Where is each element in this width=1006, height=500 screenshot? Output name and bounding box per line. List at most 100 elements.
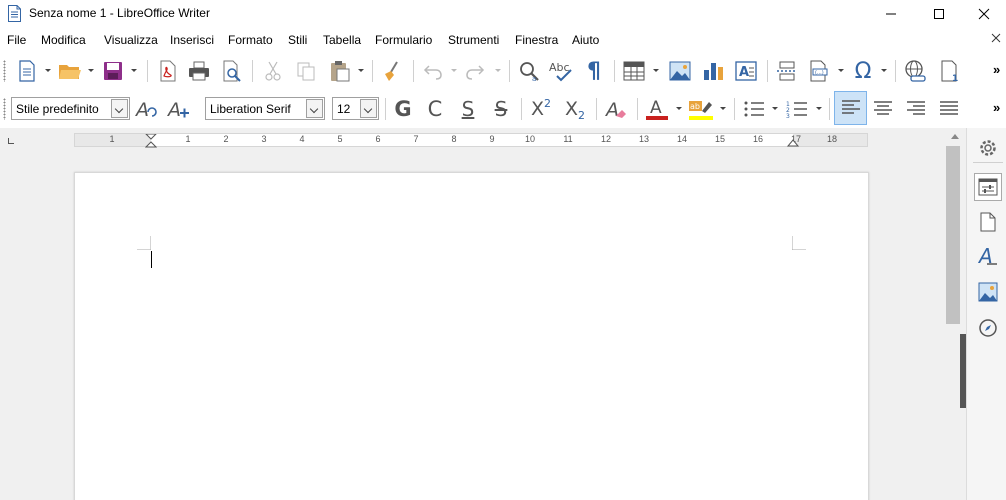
font-size-combo[interactable]: 12 bbox=[332, 97, 379, 120]
chevron-down-icon[interactable] bbox=[880, 68, 888, 74]
svg-text:Abc: Abc bbox=[549, 61, 570, 74]
undo-button[interactable] bbox=[419, 58, 445, 84]
maximize-button[interactable] bbox=[916, 0, 962, 28]
insert-table-button[interactable] bbox=[621, 58, 647, 84]
paragraph-style-combo[interactable]: Stile predefinito bbox=[11, 97, 130, 120]
underline-button[interactable]: S bbox=[455, 96, 481, 122]
print-button[interactable] bbox=[186, 58, 212, 84]
scroll-up-icon[interactable] bbox=[951, 134, 959, 139]
chevron-down-icon[interactable] bbox=[815, 106, 823, 112]
copy-button[interactable] bbox=[293, 58, 319, 84]
chevron-down-icon[interactable] bbox=[111, 99, 128, 118]
subscript-button[interactable]: X2 bbox=[562, 96, 588, 122]
sidebar-settings-button[interactable] bbox=[974, 134, 1002, 162]
page-break-button[interactable] bbox=[774, 58, 800, 84]
text-boundary-mark-left bbox=[137, 236, 151, 250]
font-name-combo[interactable]: Liberation Serif bbox=[205, 97, 325, 120]
special-character-icon: Ω bbox=[854, 58, 872, 84]
menu-inserisci[interactable]: Inserisci bbox=[170, 33, 214, 47]
horizontal-ruler[interactable]: 1 1 2 3 4 5 6 7 8 9 10 11 12 13 14 15 16… bbox=[74, 133, 868, 148]
formatting-marks-button[interactable]: ¶ bbox=[581, 58, 607, 84]
menu-stili[interactable]: Stili bbox=[288, 33, 307, 47]
menu-finestra[interactable]: Finestra bbox=[515, 33, 558, 47]
chevron-down-icon[interactable] bbox=[360, 99, 377, 118]
align-center-button[interactable] bbox=[870, 96, 896, 122]
menu-visualizza[interactable]: Visualizza bbox=[104, 33, 158, 47]
align-right-button[interactable] bbox=[903, 96, 929, 122]
menu-formato[interactable]: Formato bbox=[228, 33, 273, 47]
toolbar-overflow-button[interactable]: » bbox=[993, 100, 1000, 115]
paste-button[interactable] bbox=[327, 58, 353, 84]
right-indent-marker-icon[interactable] bbox=[787, 138, 799, 147]
align-left-button[interactable] bbox=[834, 91, 867, 125]
cut-button[interactable] bbox=[260, 58, 286, 84]
menu-strumenti[interactable]: Strumenti bbox=[448, 33, 499, 47]
footnote-button[interactable]: 1 bbox=[937, 58, 963, 84]
chevron-down-icon[interactable] bbox=[719, 106, 727, 112]
close-document-icon[interactable] bbox=[990, 32, 1002, 44]
chevron-down-icon[interactable] bbox=[675, 106, 683, 112]
font-color-button[interactable]: A bbox=[644, 96, 670, 122]
open-button[interactable] bbox=[57, 58, 83, 84]
insert-image-button[interactable] bbox=[667, 58, 693, 84]
highlight-color-button[interactable]: ab bbox=[688, 96, 714, 122]
spelling-button[interactable]: Abc bbox=[549, 58, 575, 84]
toolbar-grip[interactable] bbox=[3, 60, 6, 82]
strikethrough-button[interactable]: S bbox=[488, 96, 514, 122]
chevron-down-icon[interactable] bbox=[652, 68, 660, 74]
bullet-list-button[interactable] bbox=[741, 96, 767, 122]
find-replace-icon: a bbox=[520, 62, 539, 82]
new-style-button[interactable]: A bbox=[166, 96, 192, 122]
save-button[interactable] bbox=[100, 58, 126, 84]
menu-file[interactable]: File bbox=[7, 33, 26, 47]
insert-field-button[interactable]: (...) bbox=[806, 58, 832, 84]
italic-button[interactable]: C bbox=[422, 96, 448, 122]
chevron-down-icon[interactable] bbox=[450, 68, 458, 74]
redo-button[interactable] bbox=[463, 58, 489, 84]
superscript-exponent: 2 bbox=[544, 97, 552, 110]
justify-button[interactable] bbox=[936, 96, 962, 122]
menu-tabella[interactable]: Tabella bbox=[323, 33, 361, 47]
clone-formatting-button[interactable] bbox=[379, 58, 405, 84]
tab-stop-selector[interactable] bbox=[8, 138, 14, 144]
vertical-scrollbar[interactable] bbox=[944, 128, 966, 500]
toolbar-separator bbox=[509, 60, 510, 82]
document-page[interactable] bbox=[74, 172, 869, 500]
hyperlink-button[interactable] bbox=[902, 58, 928, 84]
menu-aiuto[interactable]: Aiuto bbox=[572, 33, 599, 47]
menu-modifica[interactable]: Modifica bbox=[41, 33, 86, 47]
sidebar-properties-tab[interactable] bbox=[974, 173, 1002, 201]
chevron-down-icon[interactable] bbox=[44, 68, 52, 74]
update-style-button[interactable]: A bbox=[134, 96, 160, 122]
chevron-down-icon[interactable] bbox=[837, 68, 845, 74]
chevron-down-icon[interactable] bbox=[87, 68, 95, 74]
close-window-button[interactable] bbox=[961, 0, 1006, 28]
bold-button[interactable]: G bbox=[390, 96, 416, 122]
export-pdf-button[interactable] bbox=[155, 58, 181, 84]
sidebar-navigator-tab[interactable] bbox=[974, 314, 1002, 342]
menu-formulario[interactable]: Formulario bbox=[375, 33, 432, 47]
insert-textbox-button[interactable]: A bbox=[733, 58, 759, 84]
insert-chart-button[interactable] bbox=[700, 58, 726, 84]
find-replace-button[interactable]: a bbox=[516, 58, 542, 84]
sidebar-page-tab[interactable] bbox=[974, 208, 1002, 236]
sidebar-gallery-tab[interactable] bbox=[974, 278, 1002, 306]
minimize-button[interactable] bbox=[868, 0, 914, 28]
chevron-down-icon[interactable] bbox=[771, 106, 779, 112]
chevron-down-icon[interactable] bbox=[494, 68, 502, 74]
print-preview-button[interactable] bbox=[219, 58, 245, 84]
chevron-down-icon[interactable] bbox=[306, 99, 323, 118]
toolbar-grip[interactable] bbox=[3, 98, 6, 120]
indent-marker-icon[interactable] bbox=[145, 134, 157, 148]
scrollbar-thumb[interactable] bbox=[946, 146, 960, 324]
superscript-button[interactable]: X2 bbox=[528, 96, 554, 122]
numbered-list-button[interactable]: 123 bbox=[784, 96, 810, 122]
title-bar: Senza nome 1 - LibreOffice Writer bbox=[0, 0, 1006, 28]
toolbar-overflow-button[interactable]: » bbox=[993, 62, 1000, 77]
clear-formatting-button[interactable]: A bbox=[603, 96, 629, 122]
sidebar-styles-tab[interactable]: A bbox=[974, 242, 1002, 270]
new-document-button[interactable] bbox=[14, 58, 40, 84]
chevron-down-icon[interactable] bbox=[357, 68, 365, 74]
special-character-button[interactable]: Ω bbox=[850, 58, 876, 84]
chevron-down-icon[interactable] bbox=[130, 68, 138, 74]
